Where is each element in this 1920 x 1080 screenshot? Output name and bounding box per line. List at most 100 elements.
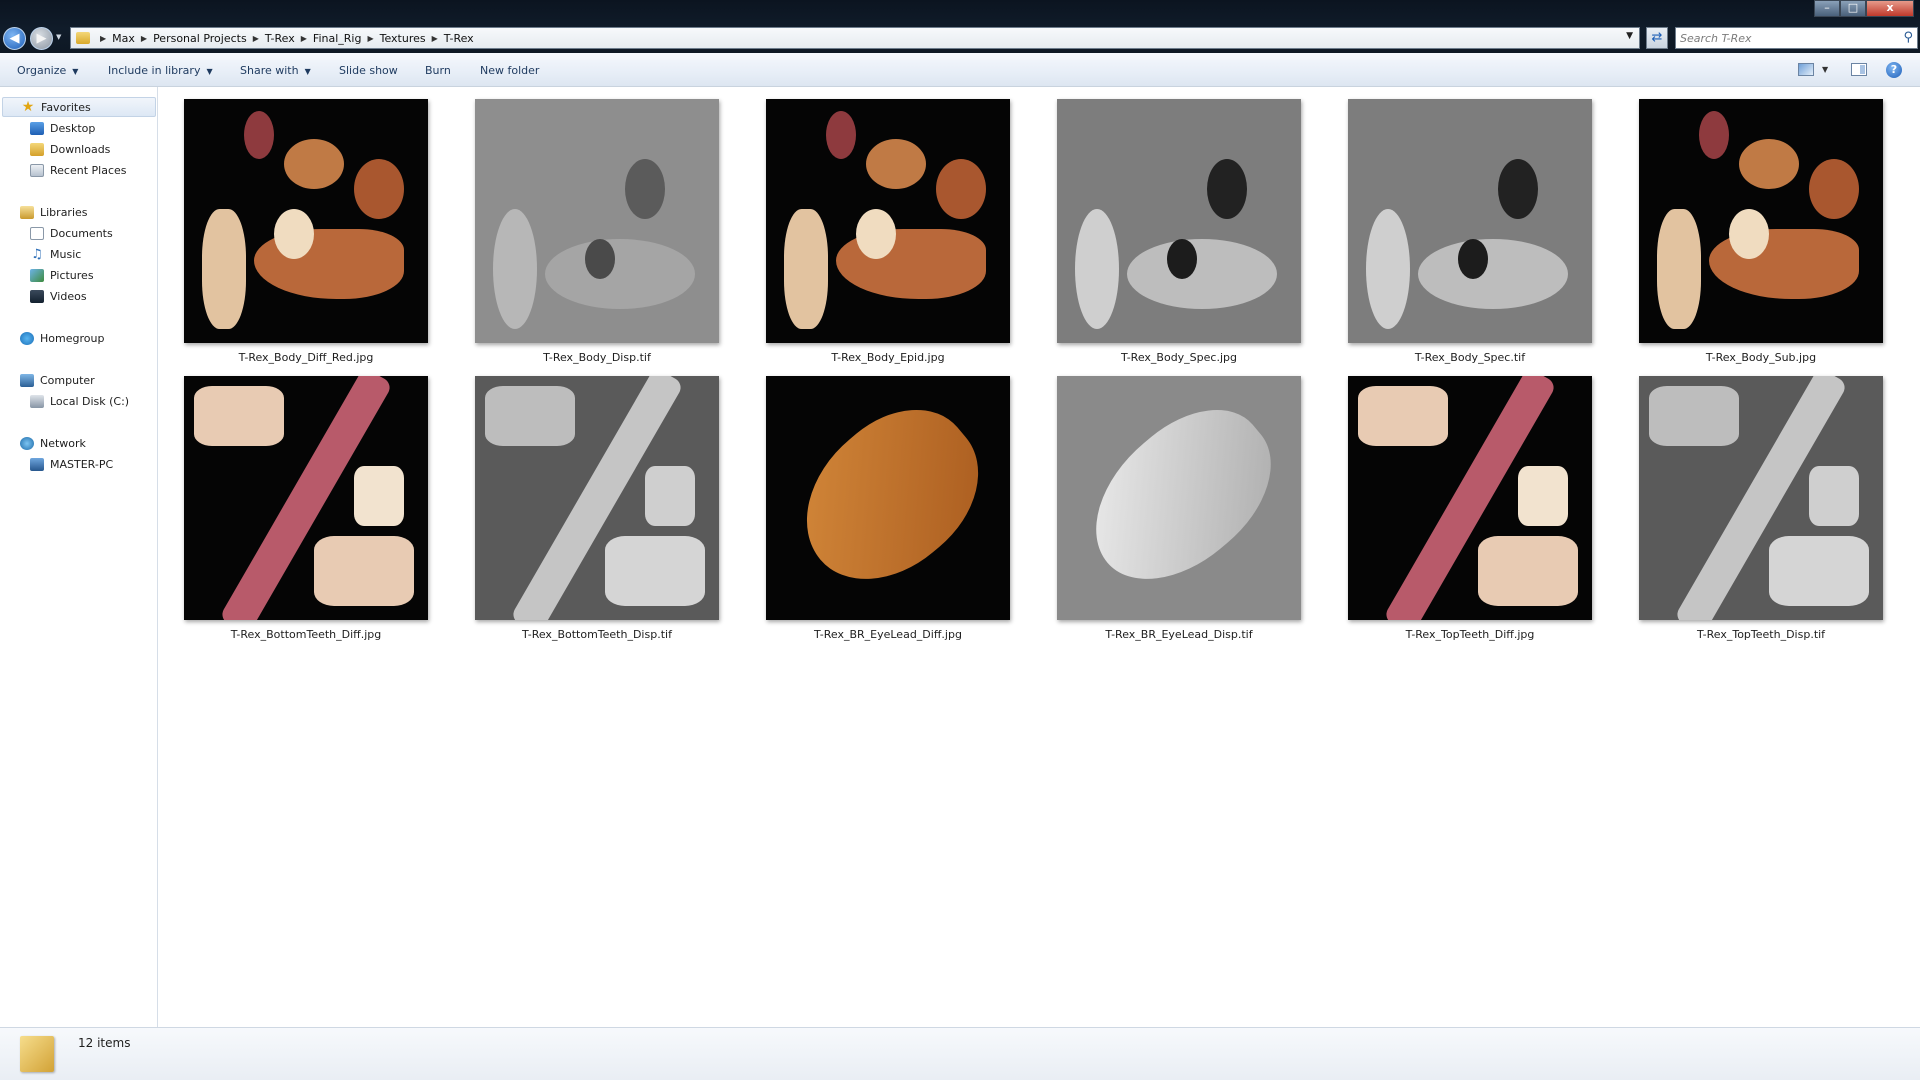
texture-shape bbox=[493, 209, 537, 329]
file-name[interactable]: T-Rex_Body_Epid.jpg bbox=[740, 351, 1036, 364]
file-item[interactable]: T-Rex_TopTeeth_Disp.tif bbox=[1613, 364, 1883, 641]
file-item[interactable]: T-Rex_BottomTeeth_Disp.tif bbox=[449, 364, 719, 641]
file-thumbnail[interactable] bbox=[766, 376, 1010, 620]
maximize-button[interactable]: □ bbox=[1840, 0, 1866, 17]
file-name[interactable]: T-Rex_BR_EyeLead_Disp.tif bbox=[1031, 628, 1327, 641]
share-with-button[interactable]: Share with ▼ bbox=[240, 64, 311, 77]
search-box[interactable]: ⚲ bbox=[1675, 27, 1918, 49]
file-name[interactable]: T-Rex_Body_Sub.jpg bbox=[1613, 351, 1909, 364]
file-item[interactable]: T-Rex_Body_Spec.jpg bbox=[1031, 87, 1301, 364]
nav-documents[interactable]: Documents bbox=[30, 223, 113, 243]
change-view-icon[interactable] bbox=[1798, 63, 1814, 76]
file-thumbnail[interactable] bbox=[184, 99, 428, 343]
file-item[interactable]: T-Rex_Body_Sub.jpg bbox=[1613, 87, 1883, 364]
burn-button[interactable]: Burn bbox=[425, 64, 451, 77]
breadcrumb-personal-projects[interactable]: Personal Projects bbox=[153, 32, 247, 45]
title-bar: – □ x ◀ ▶ ▼ ▶ Max ▶ Personal Projects ▶ … bbox=[0, 0, 1920, 53]
forward-button[interactable]: ▶ bbox=[30, 27, 53, 50]
recent-places-icon bbox=[30, 163, 44, 177]
file-item[interactable]: T-Rex_Body_Spec.tif bbox=[1322, 87, 1592, 364]
texture-shape bbox=[1063, 381, 1301, 611]
breadcrumb-max[interactable]: Max bbox=[112, 32, 135, 45]
chevron-right-icon[interactable]: ▶ bbox=[367, 34, 373, 43]
file-thumbnail[interactable] bbox=[1639, 99, 1883, 343]
nav-desktop[interactable]: Desktop bbox=[30, 118, 95, 138]
file-thumbnail[interactable] bbox=[1348, 376, 1592, 620]
nav-master-pc[interactable]: MASTER-PC bbox=[30, 454, 113, 474]
file-name[interactable]: T-Rex_BottomTeeth_Disp.tif bbox=[449, 628, 745, 641]
address-bar[interactable]: ▶ Max ▶ Personal Projects ▶ T-Rex ▶ Fina… bbox=[70, 27, 1640, 49]
network-computer-icon bbox=[30, 457, 44, 471]
slide-show-button[interactable]: Slide show bbox=[339, 64, 398, 77]
search-icon[interactable]: ⚲ bbox=[1903, 30, 1913, 45]
nav-homegroup[interactable]: Homegroup bbox=[20, 328, 104, 348]
texture-shape bbox=[1358, 386, 1448, 446]
file-thumbnail[interactable] bbox=[475, 99, 719, 343]
nav-videos[interactable]: Videos bbox=[30, 286, 87, 306]
desktop-icon bbox=[30, 121, 44, 135]
texture-shape bbox=[1729, 209, 1769, 259]
new-folder-button[interactable]: New folder bbox=[480, 64, 539, 77]
file-thumbnail[interactable] bbox=[1057, 99, 1301, 343]
minimize-button[interactable]: – bbox=[1814, 0, 1840, 17]
breadcrumb-current[interactable]: T-Rex bbox=[444, 32, 474, 45]
breadcrumb-t-rex[interactable]: T-Rex bbox=[265, 32, 295, 45]
file-name[interactable]: T-Rex_Body_Disp.tif bbox=[449, 351, 745, 364]
chevron-down-icon[interactable]: ▼ bbox=[1626, 31, 1633, 41]
share-label: Share with bbox=[240, 64, 299, 77]
chevron-right-icon[interactable]: ▶ bbox=[301, 34, 307, 43]
file-thumbnail[interactable] bbox=[1057, 376, 1301, 620]
file-name[interactable]: T-Rex_TopTeeth_Diff.jpg bbox=[1322, 628, 1618, 641]
nav-computer[interactable]: Computer bbox=[20, 370, 95, 390]
file-name[interactable]: T-Rex_BottomTeeth_Diff.jpg bbox=[158, 628, 454, 641]
file-name[interactable]: T-Rex_Body_Spec.jpg bbox=[1031, 351, 1327, 364]
breadcrumb-final-rig[interactable]: Final_Rig bbox=[313, 32, 362, 45]
file-item[interactable]: T-Rex_BR_EyeLead_Disp.tif bbox=[1031, 364, 1301, 641]
file-item[interactable]: T-Rex_BR_EyeLead_Diff.jpg bbox=[740, 364, 1010, 641]
preview-pane-icon[interactable] bbox=[1851, 63, 1867, 76]
close-button[interactable]: x bbox=[1866, 0, 1914, 17]
chevron-right-icon[interactable]: ▶ bbox=[141, 34, 147, 43]
nav-libraries[interactable]: Libraries bbox=[20, 202, 88, 222]
nav-local-disk[interactable]: Local Disk (C:) bbox=[30, 391, 129, 411]
file-thumbnail[interactable] bbox=[1639, 376, 1883, 620]
homegroup-icon bbox=[20, 331, 34, 345]
file-name[interactable]: T-Rex_TopTeeth_Disp.tif bbox=[1613, 628, 1909, 641]
chevron-right-icon[interactable]: ▶ bbox=[432, 34, 438, 43]
chevron-right-icon[interactable]: ▶ bbox=[253, 34, 259, 43]
nav-music[interactable]: ♫ Music bbox=[30, 244, 81, 264]
nav-pictures[interactable]: Pictures bbox=[30, 265, 94, 285]
search-input[interactable] bbox=[1680, 30, 1890, 46]
file-item[interactable]: T-Rex_Body_Epid.jpg bbox=[740, 87, 1010, 364]
nav-network[interactable]: Network bbox=[20, 433, 86, 453]
file-thumbnail[interactable] bbox=[475, 376, 719, 620]
texture-shape bbox=[645, 466, 695, 526]
nav-favorites[interactable]: ★ Favorites bbox=[2, 97, 156, 117]
file-name[interactable]: T-Rex_Body_Diff_Red.jpg bbox=[158, 351, 454, 364]
file-item[interactable]: T-Rex_TopTeeth_Diff.jpg bbox=[1322, 364, 1592, 641]
refresh-icon: ⇄ bbox=[1651, 30, 1663, 45]
nav-recent-places[interactable]: Recent Places bbox=[30, 160, 127, 180]
organize-button[interactable]: Organize ▼ bbox=[17, 64, 78, 77]
chevron-down-icon[interactable]: ▼ bbox=[1822, 65, 1828, 74]
recent-pages-button[interactable]: ▼ bbox=[56, 33, 64, 43]
file-item[interactable]: T-Rex_Body_Disp.tif bbox=[449, 87, 719, 364]
file-item[interactable]: T-Rex_Body_Diff_Red.jpg bbox=[158, 87, 428, 364]
chevron-down-icon: ▼ bbox=[72, 67, 79, 76]
include-in-library-button[interactable]: Include in library ▼ bbox=[108, 64, 213, 77]
file-thumbnail[interactable] bbox=[1348, 99, 1592, 343]
file-thumbnail[interactable] bbox=[184, 376, 428, 620]
file-name[interactable]: T-Rex_Body_Spec.tif bbox=[1322, 351, 1618, 364]
texture-shape bbox=[1649, 386, 1739, 446]
nav-downloads[interactable]: Downloads bbox=[30, 139, 110, 159]
arrow-left-icon: ◀ bbox=[9, 31, 20, 46]
help-icon[interactable]: ? bbox=[1886, 62, 1902, 78]
file-item[interactable]: T-Rex_BottomTeeth_Diff.jpg bbox=[158, 364, 428, 641]
network-icon bbox=[20, 436, 34, 450]
file-thumbnail[interactable] bbox=[766, 99, 1010, 343]
back-button[interactable]: ◀ bbox=[3, 27, 26, 50]
breadcrumb-textures[interactable]: Textures bbox=[380, 32, 426, 45]
refresh-button[interactable]: ⇄ bbox=[1646, 27, 1668, 49]
file-name[interactable]: T-Rex_BR_EyeLead_Diff.jpg bbox=[740, 628, 1036, 641]
chevron-right-icon[interactable]: ▶ bbox=[100, 34, 106, 43]
